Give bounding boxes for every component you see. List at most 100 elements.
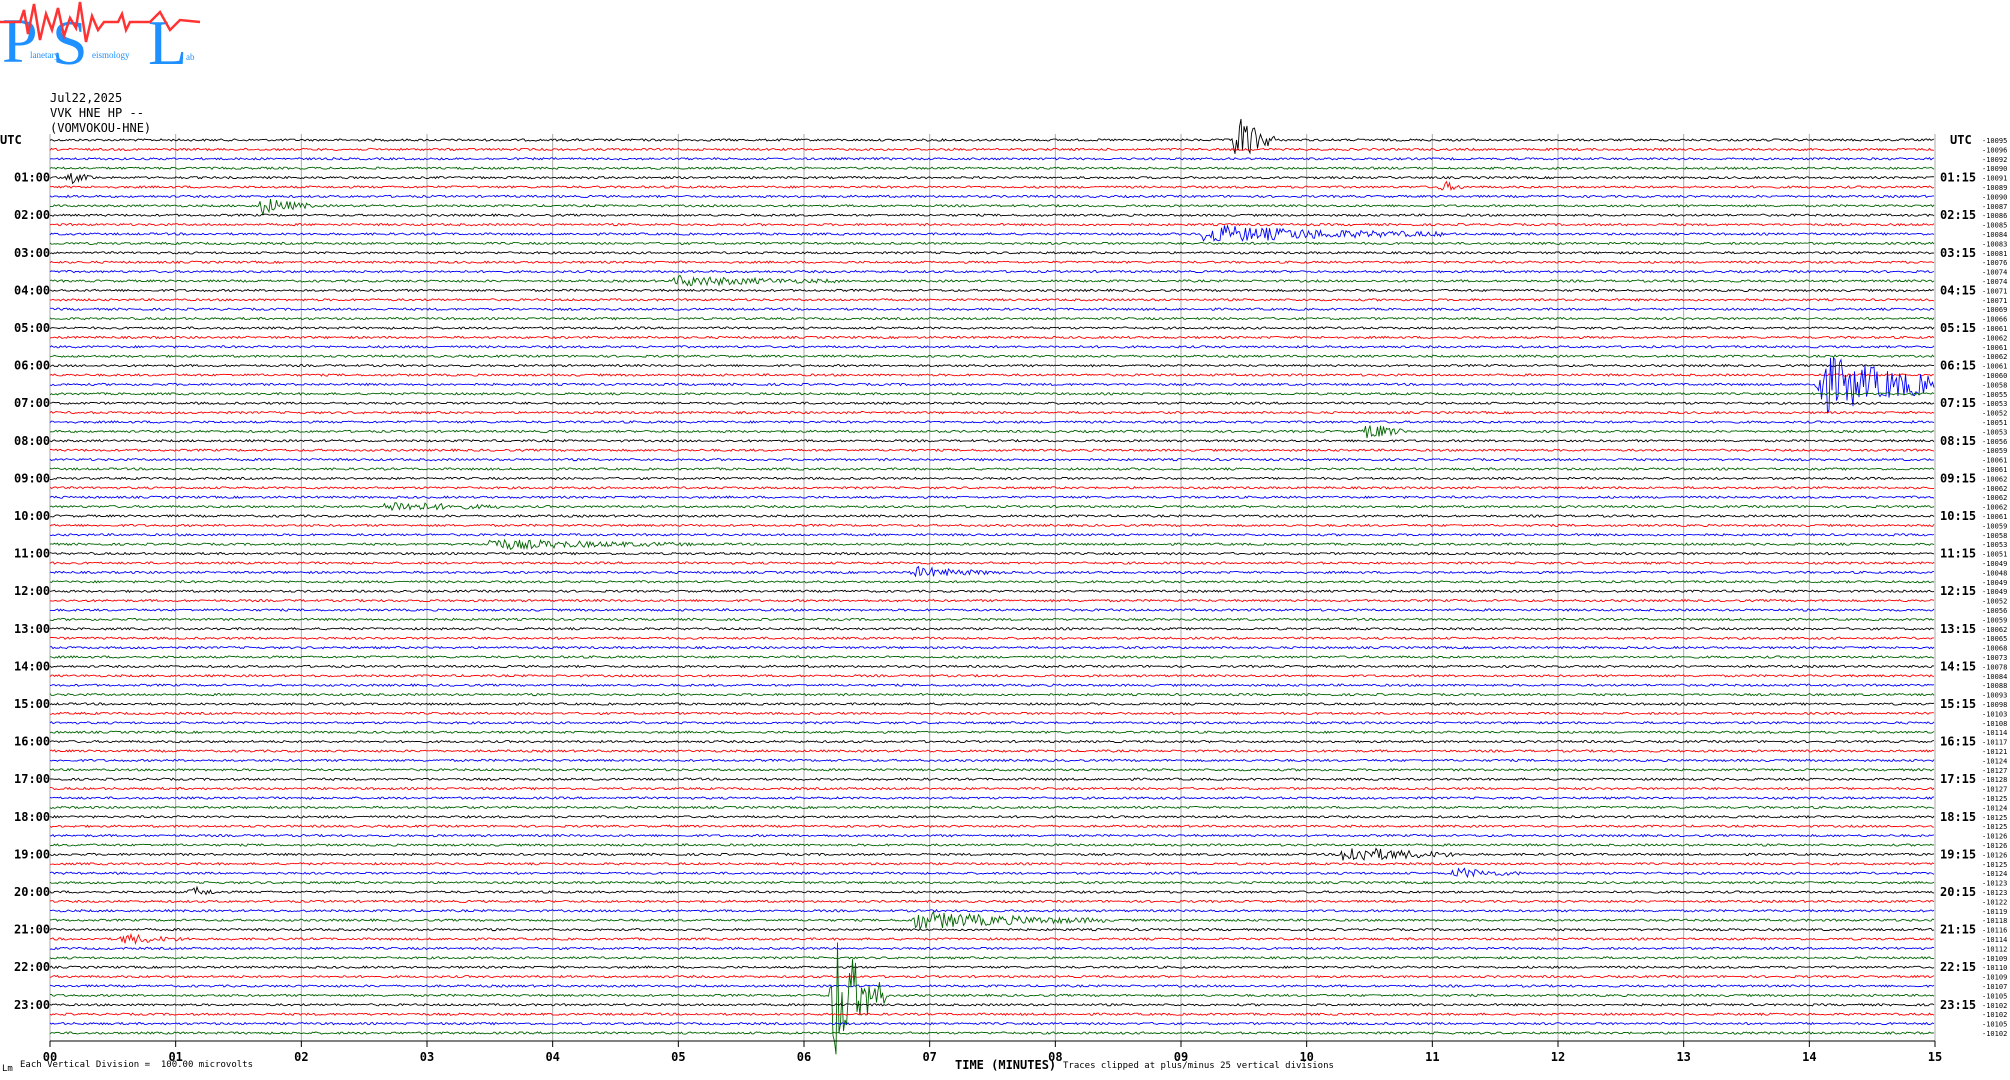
- trace-offset-label: -10109: [1982, 974, 2007, 982]
- trace-offset-label: -10052: [1982, 598, 2007, 606]
- x-tick-label: 06: [797, 1050, 811, 1064]
- trace-offset-label: -10056: [1982, 438, 2007, 446]
- seismogram-trace: [49, 579, 1935, 584]
- seismogram-trace: [49, 814, 1935, 819]
- seismogram-trace: [49, 692, 1935, 697]
- seismogram-trace: [50, 786, 1935, 791]
- trace-offset-label: -10068: [1982, 645, 2007, 653]
- seismogram-trace: [49, 561, 1935, 565]
- left-hour-label: 19:00: [14, 847, 50, 861]
- seismogram-trace: [49, 335, 1935, 340]
- seismogram-trace: [49, 932, 1935, 946]
- seismogram-trace: [49, 495, 1935, 500]
- trace-offset-label: -10059: [1982, 447, 2007, 455]
- seismogram-trace: [49, 908, 1935, 913]
- seismogram-trace: [49, 824, 1934, 829]
- right-hour-label: 06:15: [1940, 359, 1976, 373]
- trace-offset-label: -10108: [1982, 720, 2007, 728]
- right-hour-label: 01:15: [1940, 171, 1976, 185]
- seismogram-trace: [49, 260, 1935, 265]
- trace-offset-label: -10061: [1982, 513, 2007, 521]
- seismogram-trace: [49, 147, 1935, 152]
- x-tick-label: 11: [1425, 1050, 1439, 1064]
- seismogram-trace: [49, 589, 1935, 594]
- trace-offset-label: -10124: [1982, 870, 2007, 878]
- left-hour-label: 22:00: [14, 960, 50, 974]
- right-hour-label: 17:15: [1940, 772, 1976, 786]
- right-hour-label: 11:15: [1940, 547, 1976, 561]
- x-tick-label: 12: [1551, 1050, 1565, 1064]
- trace-offset-label: -10062: [1982, 485, 2007, 493]
- x-tick-label: 03: [420, 1050, 434, 1064]
- right-hour-label: 09:15: [1940, 471, 1976, 485]
- trace-offset-label: -10061: [1982, 344, 2007, 352]
- right-hour-label: 03:15: [1940, 246, 1976, 260]
- trace-offset-label: -10062: [1982, 475, 2007, 483]
- trace-offset-label: -10126: [1982, 851, 2007, 859]
- right-hour-label: 22:15: [1940, 960, 1976, 974]
- seismogram-trace: [49, 749, 1935, 753]
- seismogram-trace: [49, 486, 1935, 490]
- right-hour-label: 20:15: [1940, 885, 1976, 899]
- seismogram-trace: [49, 213, 1935, 218]
- seismogram-trace: [50, 448, 1935, 453]
- trace-offset-label: -10049: [1982, 588, 2007, 596]
- trace-offset-label: -10105: [1982, 992, 2007, 1000]
- left-hour-label: 04:00: [14, 283, 50, 297]
- trace-offset-label: -10048: [1982, 569, 2007, 577]
- seismogram-trace: [49, 730, 1935, 735]
- seismogram-trace: [49, 777, 1935, 782]
- seismogram-trace: [49, 1012, 1935, 1017]
- right-hour-label: 21:15: [1940, 923, 1976, 937]
- trace-offset-label: -10085: [1982, 222, 2007, 230]
- trace-offset-label: -10051: [1982, 419, 2007, 427]
- helicorder-plot: 00 01 02 03 04 05 06 07 08 09 10 11 12 13 14 15UTC UTC01…: [0, 118, 2007, 1064]
- seismogram-trace: [49, 363, 1935, 368]
- trace-offset-label: -10107: [1982, 983, 2007, 991]
- left-tz-label: UTC: [0, 133, 22, 147]
- trace-offset-label: -10118: [1982, 917, 2007, 925]
- seismogram-trace: [49, 251, 1935, 255]
- seismogram-trace: [49, 467, 1935, 471]
- seismogram-trace: [49, 373, 1935, 377]
- trace-offset-label: -10061: [1982, 457, 2007, 465]
- seismogram-trace: [49, 847, 1935, 861]
- seismogram-trace: [49, 1031, 1935, 1035]
- seismogram-trace: [49, 833, 1935, 838]
- trace-offset-label: -10088: [1982, 682, 2007, 690]
- trace-offset-label: -10121: [1982, 748, 2007, 756]
- trace-offset-label: -10062: [1982, 626, 2007, 634]
- trace-offset-label: -10083: [1982, 240, 2007, 248]
- left-hour-label: 12:00: [14, 584, 50, 598]
- left-hour-label: 15:00: [14, 697, 50, 711]
- seismogram-trace: [49, 899, 1935, 904]
- seismogram-trace: [49, 626, 1935, 631]
- trace-offset-label: -10071: [1982, 287, 2007, 295]
- trace-offset-label: -10062: [1982, 353, 2007, 361]
- trace-offset-label: -10117: [1982, 739, 2007, 747]
- right-hour-label: 16:15: [1940, 735, 1976, 749]
- trace-offset-label: -10095: [1982, 137, 2007, 145]
- trace-offset-label: -10061: [1982, 466, 2007, 474]
- left-hour-label: 10:00: [14, 509, 50, 523]
- left-hour-label: 21:00: [14, 923, 50, 937]
- right-hour-label: 07:15: [1940, 396, 1976, 410]
- right-hour-label: 23:15: [1940, 998, 1976, 1012]
- seismogram-trace: [49, 523, 1935, 528]
- seismogram-trace: [49, 645, 1935, 650]
- x-axis-title: TIME (MINUTES): [955, 1058, 1057, 1072]
- right-hour-label: 18:15: [1940, 810, 1976, 824]
- seismogram-trace: [49, 861, 1935, 866]
- left-hour-label: 06:00: [14, 359, 50, 373]
- trace-offset-label: -10125: [1982, 814, 2007, 822]
- right-hour-label: 19:15: [1940, 847, 1976, 861]
- trace-offset-label: -10053: [1982, 428, 2007, 436]
- trace-offset-label: -10124: [1982, 804, 2007, 812]
- trace-offset-label: -10086: [1982, 212, 2007, 220]
- trace-offset-label: -10103: [1982, 710, 2007, 718]
- trace-offset-label: -10093: [1982, 692, 2007, 700]
- trace-offset-label: -10062: [1982, 334, 2007, 342]
- seismogram-trace: [49, 984, 1935, 988]
- corner-mark: Lm: [2, 1064, 13, 1074]
- trace-offset-label: -10089: [1982, 184, 2007, 192]
